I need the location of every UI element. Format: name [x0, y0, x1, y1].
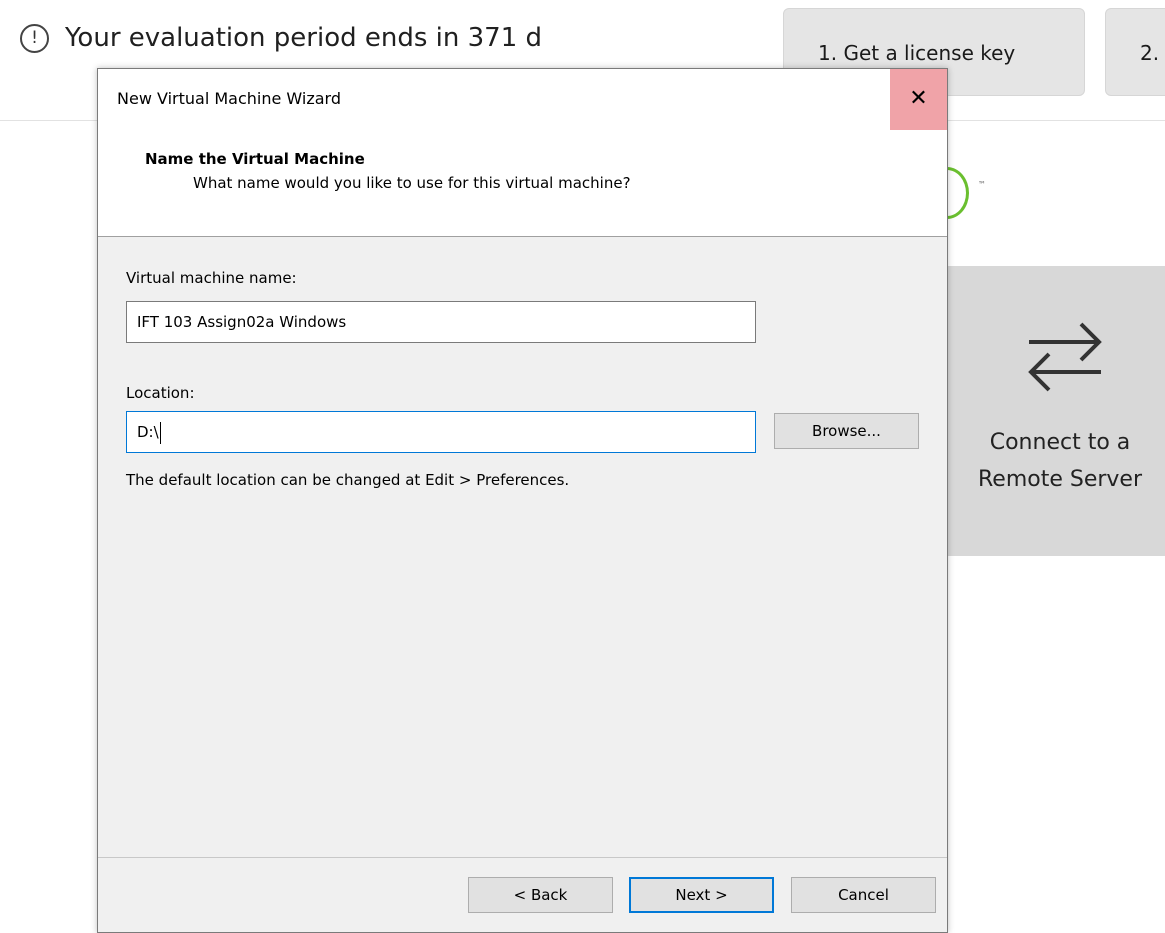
- dialog-titlebar[interactable]: New Virtual Machine Wizard ✕: [98, 69, 947, 130]
- location-value: D:\: [137, 423, 159, 441]
- vm-name-label: Virtual machine name:: [126, 269, 297, 287]
- location-input[interactable]: D:\: [126, 411, 756, 453]
- cancel-button[interactable]: Cancel: [791, 877, 936, 913]
- step-subtitle: What name would you like to use for this…: [193, 174, 631, 192]
- close-button[interactable]: ✕: [890, 69, 947, 130]
- connect-remote-server-tile[interactable]: Connect to a Remote Server: [940, 266, 1165, 556]
- location-hint: The default location can be changed at E…: [126, 471, 570, 489]
- close-icon: ✕: [909, 86, 928, 111]
- new-vm-wizard-dialog: New Virtual Machine Wizard ✕ Name the Vi…: [97, 68, 948, 933]
- text-caret: [159, 421, 161, 444]
- step-two-button[interactable]: 2.: [1105, 8, 1165, 96]
- back-button[interactable]: < Back: [468, 877, 613, 913]
- swap-arrows-icon: [1028, 322, 1102, 392]
- wizard-header: Name the Virtual Machine What name would…: [98, 130, 947, 237]
- footer-divider: [98, 857, 947, 858]
- dialog-title: New Virtual Machine Wizard: [117, 89, 341, 108]
- next-button[interactable]: Next >: [629, 877, 774, 913]
- remote-server-label: Connect to a Remote Server: [977, 430, 1143, 492]
- browse-button[interactable]: Browse...: [774, 413, 919, 449]
- vm-name-input[interactable]: IFT 103 Assign02a Windows: [126, 301, 756, 343]
- step-title: Name the Virtual Machine: [145, 150, 365, 168]
- evaluation-message: Your evaluation period ends in 371 d: [65, 23, 543, 53]
- info-icon: !: [20, 24, 49, 53]
- trademark-mark: ™: [978, 180, 986, 189]
- location-label: Location:: [126, 384, 195, 402]
